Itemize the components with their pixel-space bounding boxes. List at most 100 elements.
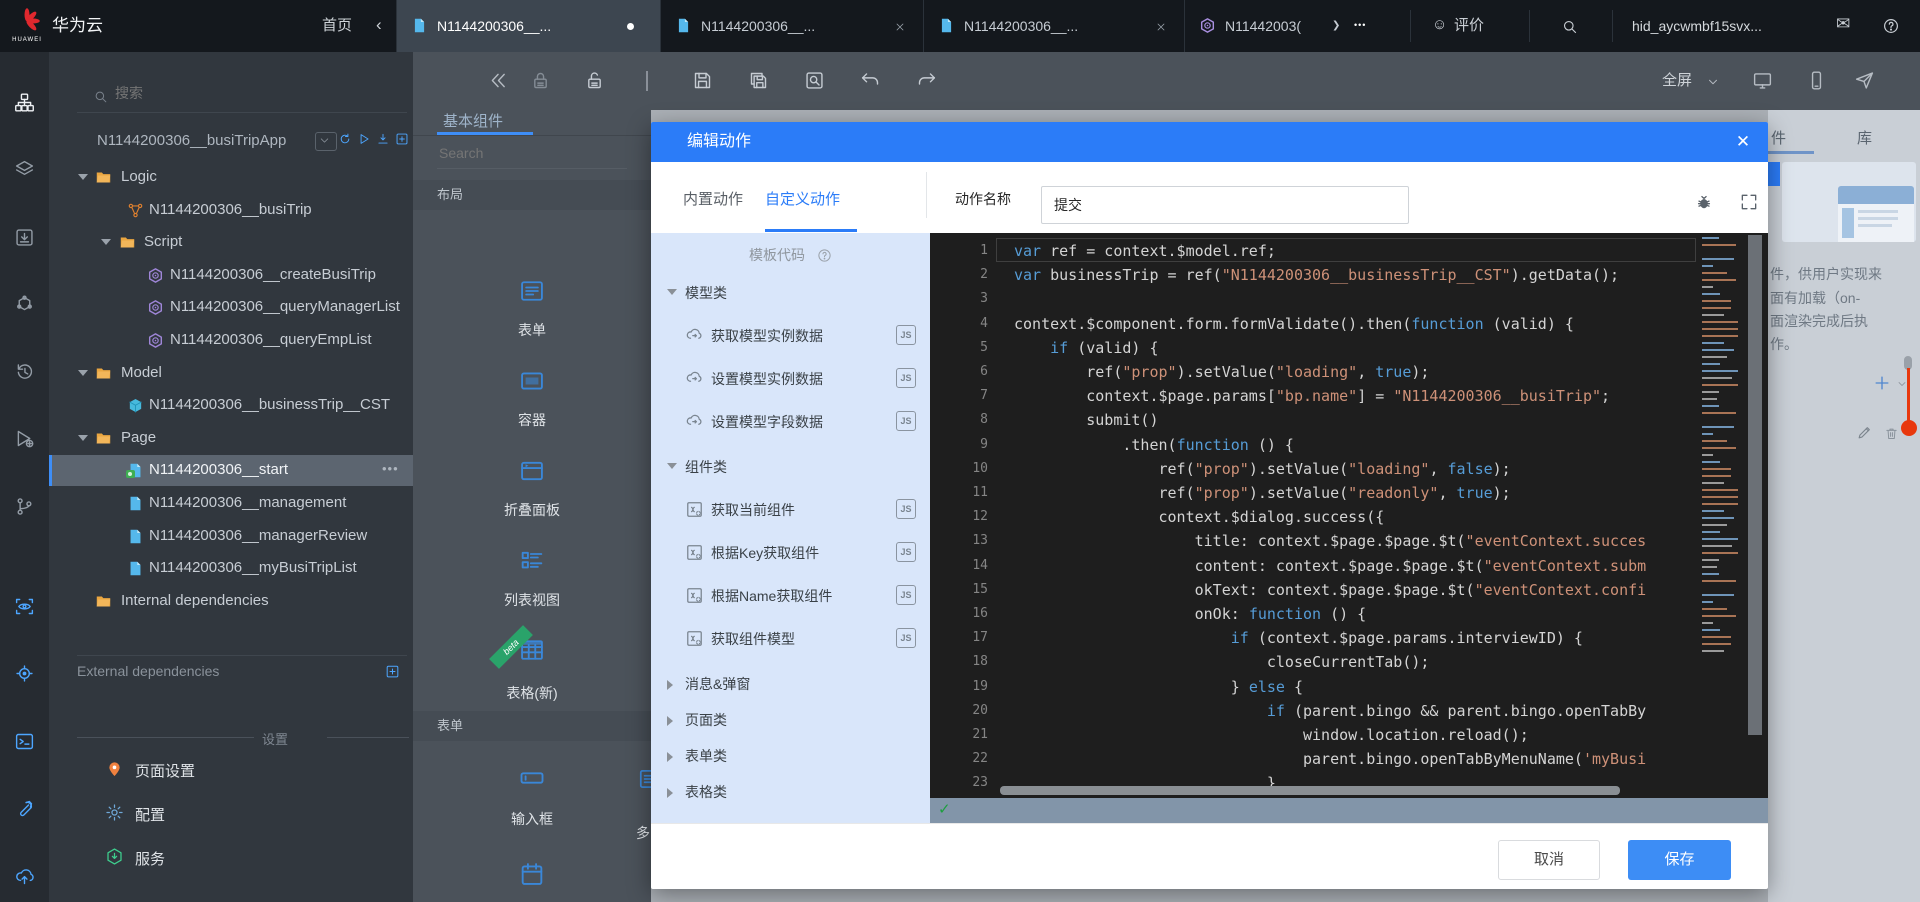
help-icon[interactable]: [1882, 17, 1900, 35]
delete-icon[interactable]: [1884, 426, 1899, 441]
unlock-button[interactable]: [584, 70, 605, 94]
template-item-0-0[interactable]: 获取模型实例数据JS: [651, 323, 930, 349]
template-item-1-3[interactable]: 获取组件模型JS: [651, 626, 930, 652]
template-item-1-1[interactable]: 根据Key获取组件JS: [651, 540, 930, 566]
tab-builtin-actions[interactable]: 内置动作: [683, 188, 743, 209]
refresh-icon[interactable]: [338, 132, 352, 149]
fullscreen-label[interactable]: 全屏: [1662, 52, 1692, 110]
undo-button[interactable]: [860, 70, 881, 94]
hexnodes-icon[interactable]: [14, 294, 35, 318]
settings-item-3[interactable]: 服务: [49, 841, 413, 875]
top-tab-2[interactable]: N1144200306__...: [923, 0, 1184, 52]
expand-icon[interactable]: [1739, 192, 1759, 212]
tree-item-model[interactable]: Model: [49, 358, 413, 389]
saveall-button[interactable]: [748, 70, 769, 94]
app-name[interactable]: N1144200306__busiTripApp: [97, 132, 286, 149]
tree-item-internal-dependencies[interactable]: Internal dependencies: [49, 586, 413, 617]
close-icon[interactable]: [1155, 20, 1167, 36]
component-thumbnail[interactable]: [1782, 162, 1916, 242]
phone-button[interactable]: [1806, 70, 1827, 94]
tree-item-n1144200306-management[interactable]: N1144200306__management: [49, 488, 413, 519]
template-item-0-2[interactable]: 设置模型字段数据JS: [651, 409, 930, 435]
eyescan-icon[interactable]: [14, 596, 35, 620]
top-tab-0[interactable]: N1144200306__...: [396, 0, 660, 52]
palette-item-容器[interactable]: 容器: [473, 363, 591, 443]
home-link[interactable]: 首页: [322, 0, 352, 52]
tab-basic-components[interactable]: 基本组件: [443, 110, 503, 134]
import-icon[interactable]: [14, 227, 35, 251]
save-button[interactable]: [692, 70, 713, 94]
palette-item-表格(新)[interactable]: 表格(新)beta: [473, 632, 591, 712]
lock-button[interactable]: [530, 70, 551, 94]
settings-item-2[interactable]: 配置: [49, 797, 413, 831]
template-item-1-0[interactable]: 获取当前组件JS: [651, 497, 930, 523]
findbox-button[interactable]: [804, 70, 825, 94]
top-tab-1[interactable]: N1144200306__...: [660, 0, 923, 52]
close-icon[interactable]: [894, 20, 906, 36]
add-icon[interactable]: [395, 132, 409, 149]
tree-item-n1144200306-createbusitrip[interactable]: N1144200306__createBusiTrip: [49, 260, 413, 291]
history-icon[interactable]: [14, 361, 35, 385]
tree-item-page[interactable]: Page: [49, 423, 413, 454]
palette-item-列表视图[interactable]: 列表视图: [473, 543, 591, 623]
palette-item-输入框[interactable]: 输入框: [473, 760, 591, 840]
cancel-button[interactable]: 取消: [1498, 840, 1600, 880]
cloudup-icon[interactable]: [14, 866, 35, 890]
dblchevleft-button[interactable]: [488, 70, 509, 94]
tree-item-n1144200306-queryemplist[interactable]: N1144200306__queryEmpList: [49, 325, 413, 356]
feedback-link[interactable]: 评价: [1454, 0, 1484, 52]
tab-components[interactable]: 件: [1771, 127, 1786, 148]
tree-item-n1144200306-managerreview[interactable]: N1144200306__managerReview: [49, 521, 413, 552]
mail-icon[interactable]: ✉: [1836, 14, 1850, 34]
tree-item-n1144200306-start[interactable]: N1144200306__start•••: [49, 455, 413, 486]
tab-more-icon[interactable]: •••: [1354, 0, 1366, 50]
action-name-input[interactable]: [1041, 186, 1409, 224]
template-group-0[interactable]: 模型类: [651, 281, 930, 305]
debug-icon[interactable]: [1694, 192, 1714, 212]
settings-item-1[interactable]: 页面设置: [49, 753, 413, 787]
help-circle-icon[interactable]: [817, 248, 832, 263]
more-icon[interactable]: •••: [382, 461, 399, 476]
save-button[interactable]: 保存: [1628, 840, 1731, 880]
play-icon[interactable]: [357, 132, 371, 149]
target-icon[interactable]: [14, 663, 35, 687]
gitbranch-icon[interactable]: [14, 496, 35, 520]
template-item-1-2[interactable]: 根据Name获取组件JS: [651, 583, 930, 609]
horizontal-scrollbar-thumb[interactable]: [1000, 786, 1620, 795]
template-group-5[interactable]: 表格类: [651, 780, 930, 804]
template-group-4[interactable]: 表单类: [651, 744, 930, 768]
debugplay-icon[interactable]: [14, 428, 35, 452]
tree-item-n1144200306-querymanagerlist[interactable]: N1144200306__queryManagerList: [49, 292, 413, 323]
send-button[interactable]: [1854, 70, 1875, 94]
tab-custom-actions[interactable]: 自定义动作: [765, 188, 840, 209]
terminal-icon[interactable]: [14, 731, 35, 755]
explorer-search-input[interactable]: [113, 84, 397, 102]
template-group-2[interactable]: 消息&弹窗: [651, 672, 930, 696]
palette-search-input[interactable]: [437, 144, 631, 162]
tree-item-n1144200306-busitrip[interactable]: N1144200306__busiTrip: [49, 195, 413, 226]
download-icon[interactable]: [376, 132, 390, 149]
wrench-icon[interactable]: [14, 798, 35, 822]
template-item-0-1[interactable]: 设置模型实例数据JS: [651, 366, 930, 392]
palette-item-折叠面板[interactable]: 折叠面板: [473, 453, 591, 533]
search-icon[interactable]: [1561, 18, 1578, 35]
chevron-down-icon[interactable]: [1706, 75, 1720, 89]
monitor-button[interactable]: [1752, 70, 1773, 94]
tabs-back-chevron[interactable]: ‹: [376, 0, 382, 50]
tab-library[interactable]: 库: [1857, 127, 1872, 148]
layers-icon[interactable]: [14, 159, 35, 183]
top-tab-3[interactable]: N11442003(❯•••: [1184, 0, 1397, 52]
tree-item-n1144200306-businesstrip-cst[interactable]: N1144200306__businessTrip__CST: [49, 390, 413, 421]
tree-item-n1144200306-mybusitriplist[interactable]: N1144200306__myBusiTripList: [49, 553, 413, 584]
add-dependency-button[interactable]: [385, 664, 400, 679]
username[interactable]: hid_aycwmbf15svx...: [1632, 0, 1762, 52]
template-group-3[interactable]: 页面类: [651, 708, 930, 732]
tree-item-script[interactable]: Script: [49, 227, 413, 258]
sitemap-icon[interactable]: [14, 92, 35, 116]
add-icon[interactable]: [1872, 373, 1892, 393]
palette-item-表单[interactable]: 表单: [473, 273, 591, 353]
template-group-1[interactable]: 组件类: [651, 455, 930, 479]
tree-item-logic[interactable]: Logic: [49, 162, 413, 193]
redo-button[interactable]: [916, 70, 937, 94]
vertical-scrollbar-thumb[interactable]: [1748, 235, 1762, 735]
